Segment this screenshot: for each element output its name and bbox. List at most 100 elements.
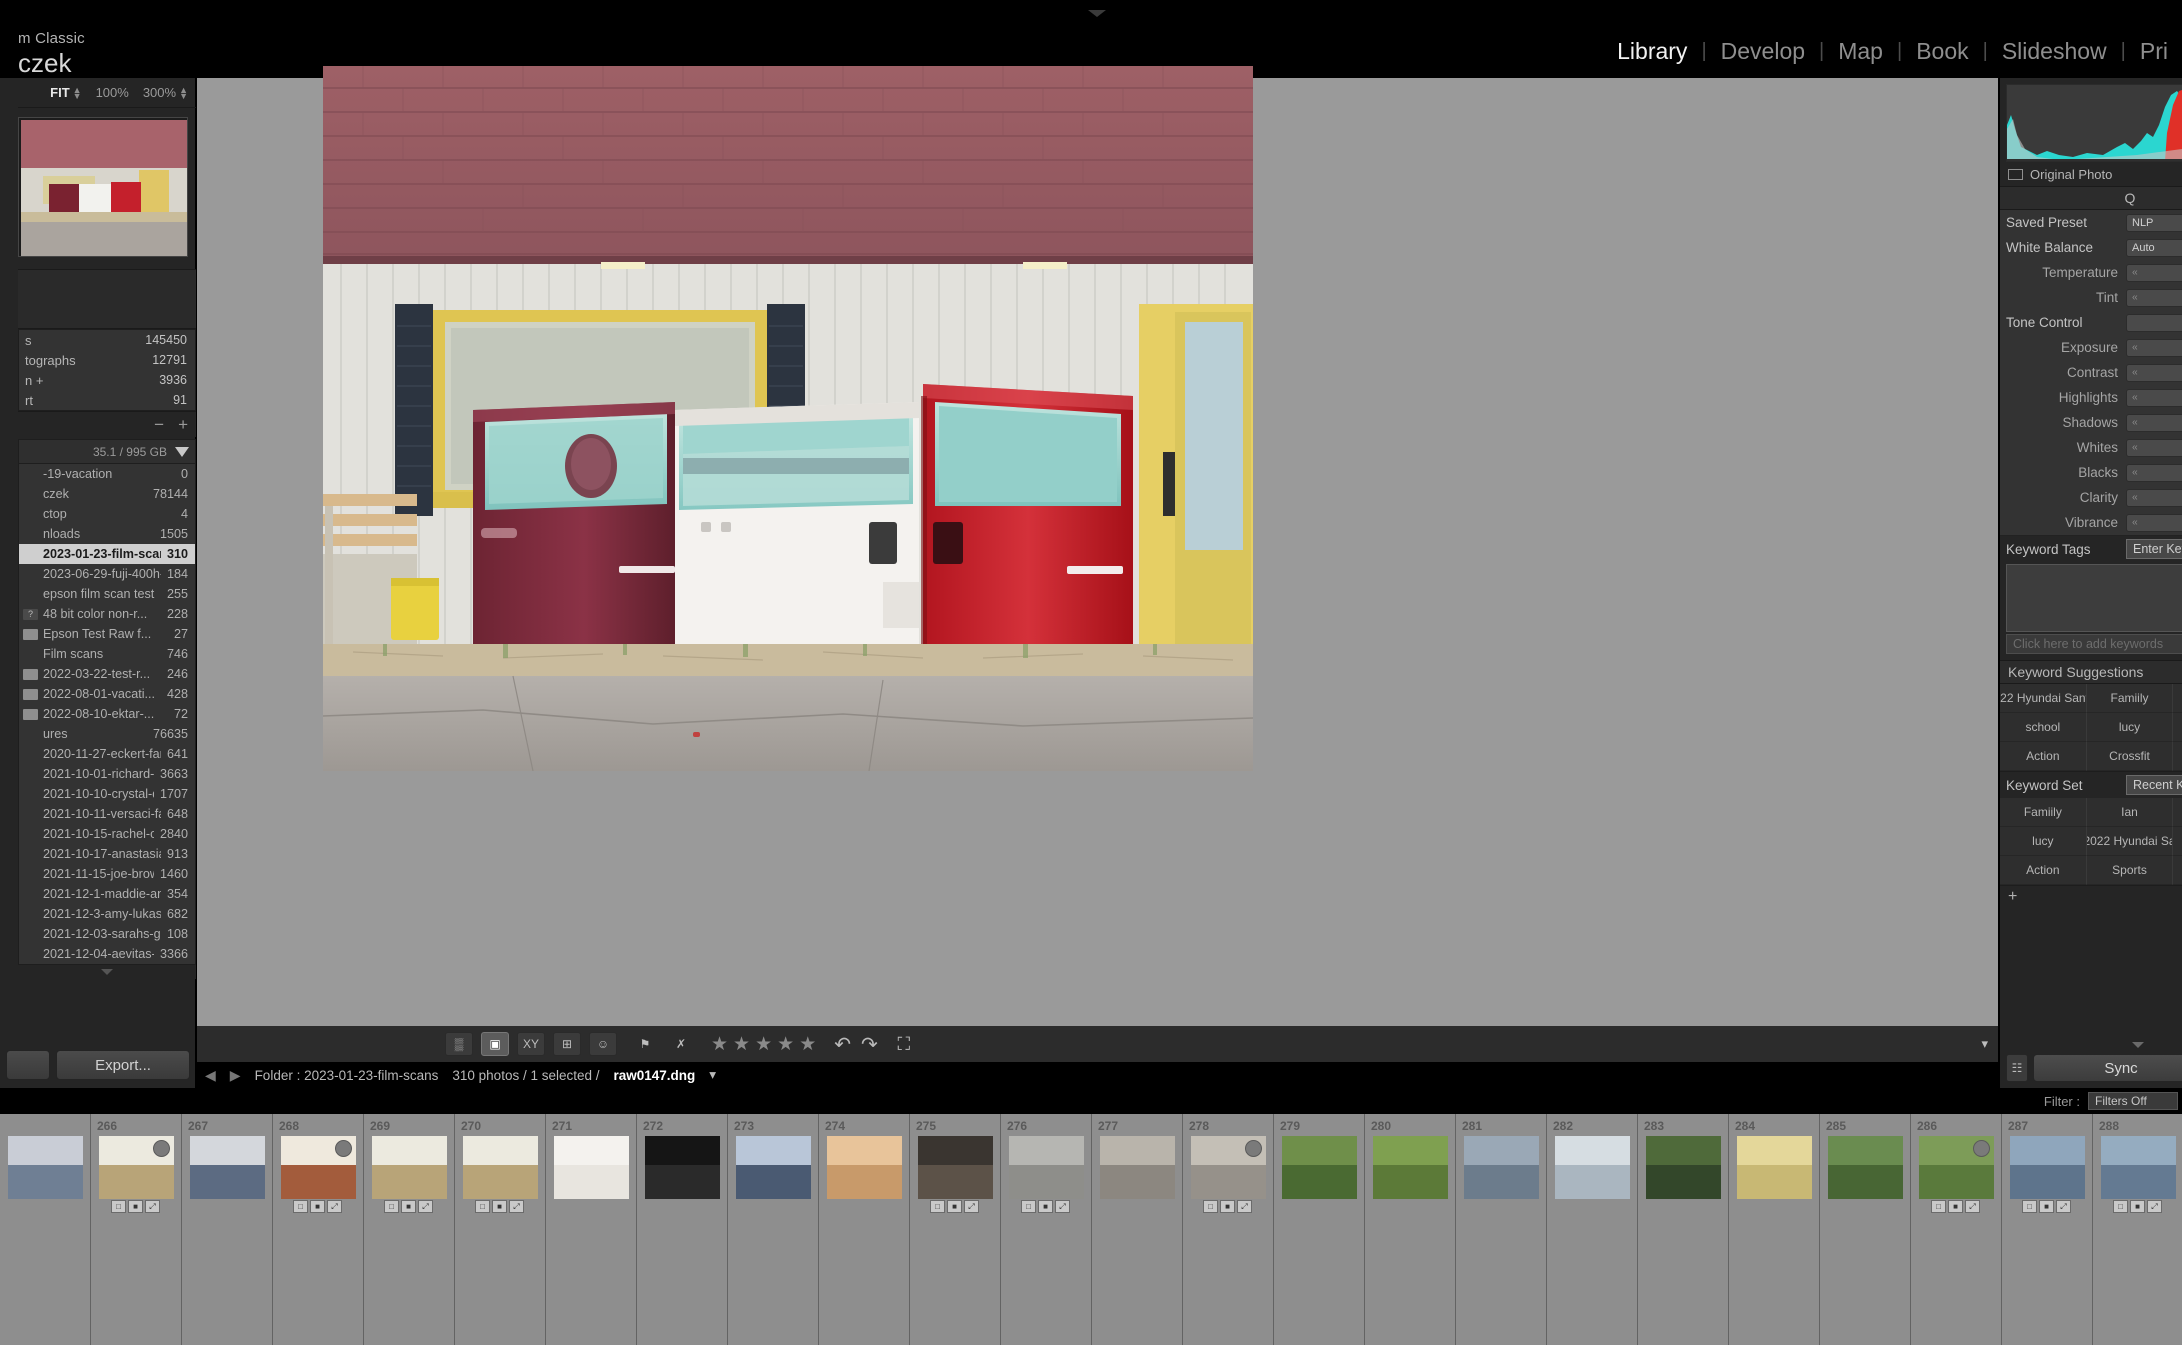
rotate-right-icon[interactable]: ↷ [861,1032,878,1057]
filmstrip-badge-icon[interactable]: ⤢ [418,1200,433,1213]
quick-develop-control[interactable]: ‹‹ [2126,389,2182,407]
keyword-set-button[interactable]: Ian [2087,798,2174,827]
sync-button[interactable]: Sync [2033,1054,2182,1082]
loupe-photo[interactable] [323,66,1253,771]
catalog-item[interactable]: s145450 [19,330,195,350]
filmstrip-badge-icon[interactable]: ■ [947,1200,962,1213]
folder-item[interactable]: ?48 bit color non-r...228 [19,604,195,624]
folder-item[interactable]: Epson Test Raw f...27 [19,624,195,644]
folder-item[interactable]: nloads1505 [19,524,195,544]
folder-item[interactable]: 2021-12-1-maddie-and-...354 [19,884,195,904]
folder-item[interactable]: 2022-08-01-vacati...428 [19,684,195,704]
filmstrip-thumbnail[interactable]: 280 [1365,1114,1456,1345]
filmstrip-thumbnail[interactable] [0,1114,91,1345]
star-4[interactable]: ★ [777,1033,794,1056]
quick-develop-control[interactable]: ‹‹ [2126,339,2182,357]
filmstrip-badge-circle[interactable] [153,1140,170,1157]
keyword-suggestion-button[interactable]: Famiily [2087,684,2174,713]
filmstrip-badge-icon[interactable]: ■ [2039,1200,2054,1213]
folders-filter-icon[interactable] [175,447,189,457]
add-panel-button[interactable]: + [2000,886,2182,908]
folder-item[interactable]: 2021-12-3-amy-lukas-e...682 [19,904,195,924]
filmstrip-thumbnail[interactable]: 270□■⤢ [455,1114,546,1345]
filmstrip-thumbnail[interactable]: 272 [637,1114,728,1345]
folder-item[interactable]: 2021-10-01-richard-and...3663 [19,764,195,784]
module-book[interactable]: Book [1902,38,1982,65]
filmstrip-badge-circle[interactable] [335,1140,352,1157]
filmstrip-badge-icon[interactable]: ■ [1948,1200,1963,1213]
module-map[interactable]: Map [1824,38,1897,65]
flag-pick-icon[interactable]: ⚑ [631,1032,659,1056]
chevron-down-icon[interactable] [2132,1042,2144,1048]
quick-develop-control[interactable]: ‹‹ [2126,414,2182,432]
module-develop[interactable]: Develop [1707,38,1819,65]
keyword-set-button[interactable]: lucy [2000,827,2087,856]
filmstrip-badge-icon[interactable]: ⤢ [327,1200,342,1213]
quick-develop-control[interactable]: ‹‹ [2126,364,2182,382]
filmstrip-thumbnail[interactable]: 271 [546,1114,637,1345]
quick-develop-control[interactable]: ‹‹ [2126,289,2182,307]
filmstrip-badge-icon[interactable]: ⤢ [2147,1200,2162,1213]
identity-plate[interactable]: m Classic czek [0,30,85,78]
filmstrip-badge-icon[interactable]: □ [2113,1200,2128,1213]
folder-item[interactable]: 2021-10-11-versaci-family648 [19,804,195,824]
filmstrip-badge-icon[interactable]: □ [2022,1200,2037,1213]
module-slideshow[interactable]: Slideshow [1988,38,2121,65]
folder-item[interactable]: 2020-11-27-eckert-family641 [19,744,195,764]
quick-develop-control[interactable]: NLP [2126,214,2182,232]
keyword-set-button[interactable]: Action [2000,856,2087,885]
folder-item[interactable]: 2021-10-17-anastasia-a...913 [19,844,195,864]
folder-item[interactable]: 2021-12-03-sarahs-gra...108 [19,924,195,944]
compare-view-icon[interactable]: XY [517,1032,545,1056]
filmstrip-thumbnail[interactable]: 277 [1092,1114,1183,1345]
filmstrip-badge-icon[interactable]: ■ [401,1200,416,1213]
zoom-level-300pct[interactable]: 300%▲▼ [143,85,188,100]
filmstrip-badge-icon[interactable]: □ [930,1200,945,1213]
add-keywords-field[interactable]: Click here to add keywords [2006,634,2182,654]
filmstrip-badge-icon[interactable]: □ [384,1200,399,1213]
quick-develop-control[interactable]: ‹‹ [2126,264,2182,282]
filmstrip-badge-icon[interactable]: ⤢ [964,1200,979,1213]
filmstrip-thumbnail[interactable]: 275□■⤢ [910,1114,1001,1345]
quick-develop-control[interactable]: Auto [2126,239,2182,257]
filmstrip-thumbnail[interactable]: 278□■⤢ [1183,1114,1274,1345]
star-5[interactable]: ★ [799,1033,816,1056]
filmstrip-thumbnail[interactable]: 267 [182,1114,273,1345]
folder-item[interactable]: 2021-12-04-aevitas-ski...3366 [19,944,195,964]
filmstrip-badge-icon[interactable]: □ [475,1200,490,1213]
filmstrip-thumbnail[interactable]: 269□■⤢ [364,1114,455,1345]
filmstrip-badge-icon[interactable]: □ [1021,1200,1036,1213]
filmstrip-thumbnail[interactable]: 285 [1820,1114,1911,1345]
filmstrip-badge-icon[interactable]: ⤢ [2056,1200,2071,1213]
folder-item[interactable]: 2021-10-15-rachel-olive...2840 [19,824,195,844]
next-photo-button[interactable]: ▶ [230,1067,241,1084]
filmstrip-thumbnail[interactable]: 282 [1547,1114,1638,1345]
keyword-suggestion-button[interactable]: Action [2000,742,2087,771]
star-1[interactable]: ★ [711,1033,728,1056]
navigator-preview[interactable] [18,117,188,257]
filter-preset-dropdown[interactable]: Filters Off [2088,1092,2178,1110]
filmstrip-badge-icon[interactable]: ⤢ [145,1200,160,1213]
filmstrip-badge-icon[interactable]: □ [1203,1200,1218,1213]
folder-item[interactable]: -19-vacation0 [19,464,195,484]
zoom-level-fit[interactable]: FIT▲▼ [50,85,81,100]
filmstrip-badge-icon[interactable]: ■ [1038,1200,1053,1213]
filmstrip-thumbnail[interactable]: 266□■⤢ [91,1114,182,1345]
flag-reject-icon[interactable]: ✗ [667,1032,695,1056]
filmstrip-badge-icon[interactable]: □ [293,1200,308,1213]
remove-folder-button[interactable]: − [154,415,164,435]
export-button[interactable]: Export... [56,1050,190,1080]
histogram[interactable] [2006,84,2182,162]
filmstrip-thumbnail[interactable]: 284 [1729,1114,1820,1345]
original-photo-toggle[interactable]: Original Photo [2000,162,2182,186]
catalog-item[interactable]: rt91 [19,390,195,410]
filmstrip-thumbnail[interactable]: 268□■⤢ [273,1114,364,1345]
keyword-suggestion-button[interactable]: school [2000,713,2087,742]
keyword-suggestion-button[interactable]: 2022 Hyundai Sant... [2000,684,2087,713]
left-panel-resize-handle[interactable] [18,965,196,979]
folder-item[interactable]: ctop4 [19,504,195,524]
loupe-view-icon[interactable]: ▣ [481,1032,509,1056]
folder-item[interactable]: 2022-03-22-test-r...246 [19,664,195,684]
quick-develop-control[interactable]: ‹‹ [2126,489,2182,507]
folder-item[interactable]: 2023-01-23-film-scans310 [19,544,195,564]
